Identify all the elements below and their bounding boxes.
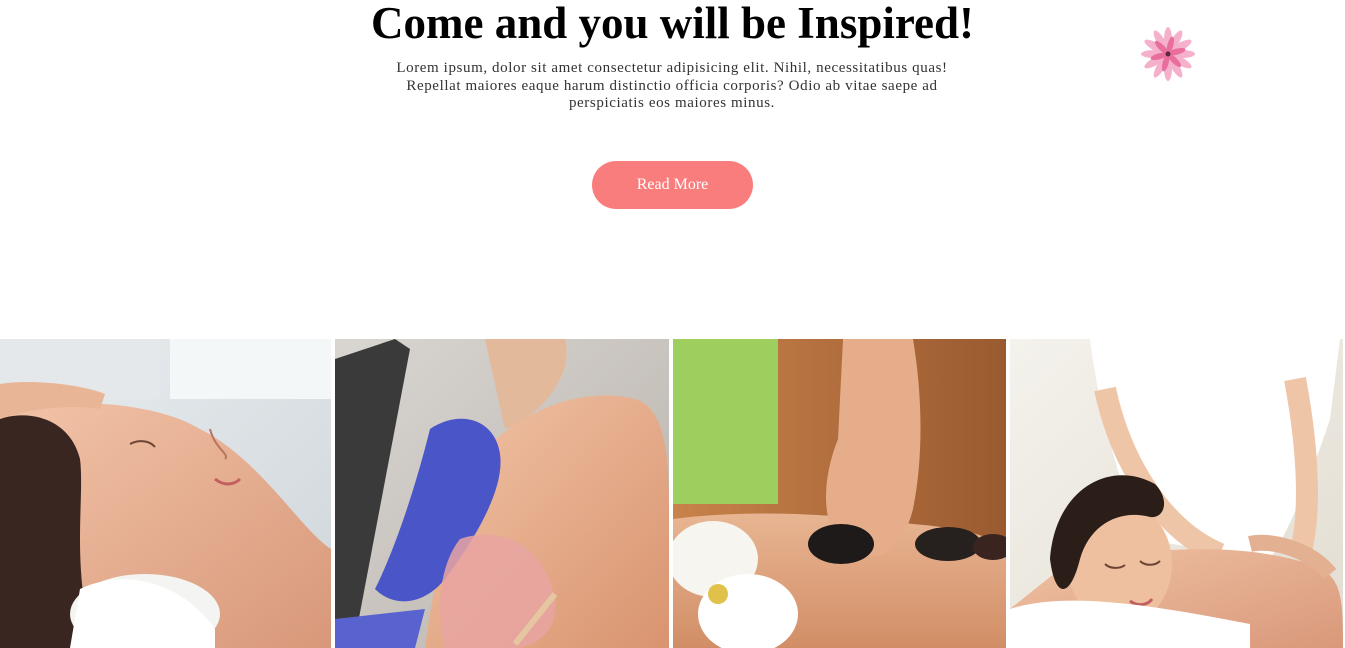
hero-section: Come and you will be Inspired! Lorem ips… — [0, 0, 1345, 330]
read-more-button[interactable]: Read More — [592, 161, 753, 209]
lotus-flower-icon — [1137, 27, 1199, 81]
treatment-gallery — [0, 339, 1345, 648]
hot-stone-massage-photo — [673, 339, 1006, 648]
hero-description: Lorem ipsum, dolor sit amet consectetur … — [396, 60, 948, 111]
facial-treatment-photo — [0, 339, 331, 648]
waxing-treatment-photo — [335, 339, 669, 648]
back-massage-photo — [1010, 339, 1343, 648]
page: Come and you will be Inspired! Lorem ips… — [0, 0, 1345, 648]
